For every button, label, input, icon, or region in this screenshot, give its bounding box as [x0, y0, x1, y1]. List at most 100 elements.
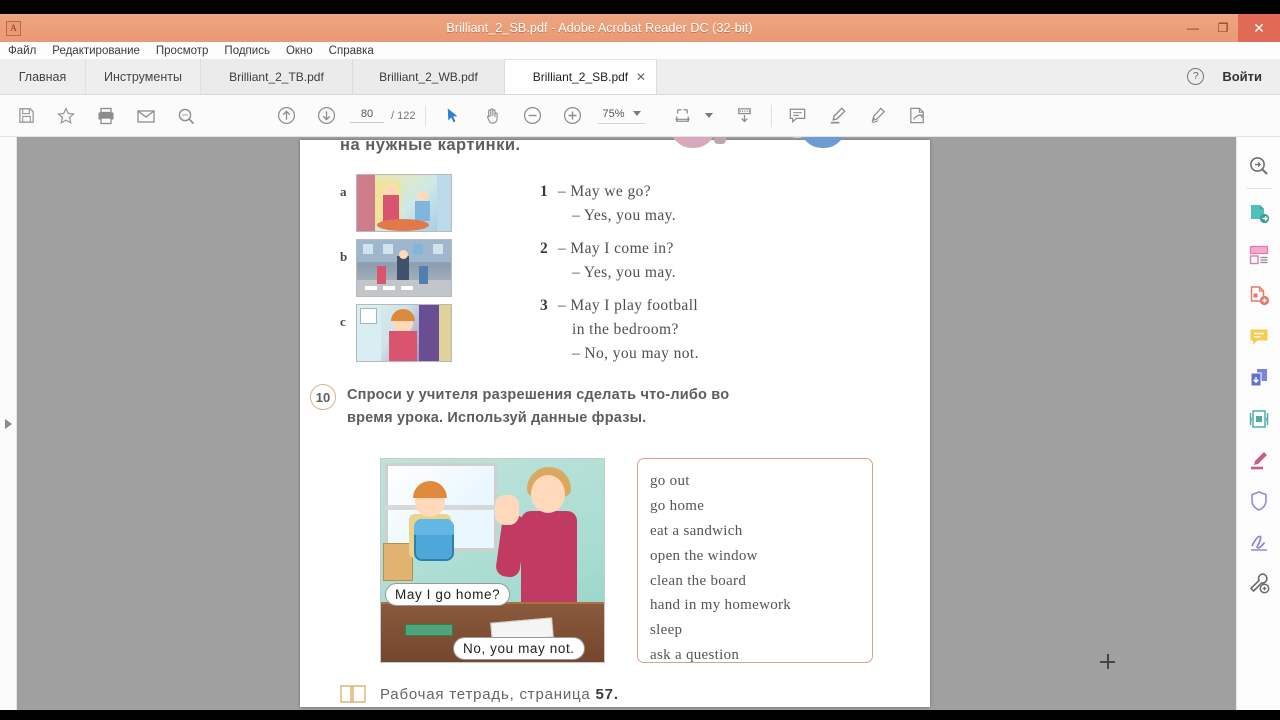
- create-pdf-icon[interactable]: [1237, 275, 1280, 316]
- phrase-item-1: go out: [650, 473, 690, 489]
- workbook-text: Рабочая тетрадь, страница 57.: [380, 686, 619, 703]
- menu-window[interactable]: Окно: [278, 45, 321, 57]
- page-number-input[interactable]: 80: [350, 108, 384, 123]
- exercise-10-body: May I go home? No, you may not. go out g…: [380, 458, 873, 663]
- doc-tab-sb[interactable]: Brilliant_2_SB.pdf ✕: [504, 59, 657, 94]
- next-page-icon[interactable]: [306, 95, 346, 137]
- title-bar: A Brilliant_2_SB.pdf - Adobe Acrobat Rea…: [0, 14, 1280, 42]
- picture-label-b: b: [340, 249, 348, 264]
- minimize-button[interactable]: —: [1178, 14, 1208, 42]
- zoom-out-icon[interactable]: [512, 95, 552, 137]
- phrase-item-7: sleep: [650, 622, 683, 639]
- combine-files-icon[interactable]: [1237, 357, 1280, 398]
- classroom-illustration: May I go home? No, you may not.: [380, 458, 605, 663]
- window-controls: — ❐ ✕: [1178, 14, 1280, 42]
- fit-page-chevron-down-icon[interactable]: [704, 113, 713, 118]
- speech-bubble-student: May I go home?: [385, 583, 511, 606]
- search-tool-icon[interactable]: [1237, 145, 1280, 186]
- page-total-value: 122: [397, 109, 416, 122]
- exercise-10-header: 10 Спроси у учителя разрешения сделать ч…: [310, 384, 777, 431]
- organize-pages-icon[interactable]: [1237, 234, 1280, 275]
- picture-thumb-a: [356, 174, 452, 232]
- document-viewport: на нужные картинки. a b c 1 – May we go?…: [0, 137, 1280, 710]
- dialogue-number-2: 2: [540, 240, 548, 258]
- fit-page-icon[interactable]: [663, 95, 703, 137]
- fill-and-sign-icon[interactable]: [898, 95, 938, 137]
- crosshair-cursor: [1100, 654, 1115, 669]
- chevron-down-icon: [632, 111, 641, 116]
- comment-tool-icon[interactable]: [1237, 316, 1280, 357]
- dialogue-number-3: 3: [540, 297, 548, 315]
- dialogue-item-1: 1 – May we go? – Yes, you may.: [540, 180, 699, 228]
- doc-tab-wb[interactable]: Brilliant_2_WB.pdf: [352, 59, 505, 94]
- save-icon[interactable]: [6, 95, 46, 137]
- maximize-button[interactable]: ❐: [1208, 14, 1238, 42]
- pdf-page: на нужные картинки. a b c 1 – May we go?…: [300, 137, 1115, 707]
- select-arrow-icon[interactable]: [432, 95, 472, 137]
- speech-bubble-teacher: No, you may not.: [453, 637, 585, 660]
- dialogue-1-line-1: – May we go?: [558, 183, 652, 200]
- more-tools-icon[interactable]: [1237, 562, 1280, 603]
- sign-in-button[interactable]: Войти: [1222, 69, 1262, 84]
- doc-tab-sb-label: Brilliant_2_SB.pdf: [532, 70, 629, 84]
- dialogue-3-line-2: in the bedroom?: [572, 321, 679, 339]
- fill-sign-tool-icon[interactable]: [1237, 521, 1280, 562]
- hand-tool-icon[interactable]: [472, 95, 512, 137]
- dialogue-2-line-1: – May I come in?: [558, 240, 674, 258]
- exercise-10-instruction: Спроси у учителя разрешения сделать что-…: [347, 387, 730, 427]
- page-heading: на нужные картинки.: [340, 137, 521, 154]
- pdf-scroll-area[interactable]: на нужные картинки. a b c 1 – May we go?…: [17, 137, 1203, 710]
- zoom-level-value: 75%: [602, 107, 625, 120]
- letterbox-top: [0, 0, 1280, 14]
- highlight-icon[interactable]: [818, 95, 858, 137]
- email-icon[interactable]: [126, 95, 166, 137]
- cut-illustration-top-2: [800, 137, 846, 148]
- comment-icon[interactable]: [778, 95, 818, 137]
- menu-view[interactable]: Просмотр: [148, 45, 217, 57]
- acrobat-logo-icon: A: [6, 20, 21, 36]
- dialogue-item-2: 2 – May I come in? – Yes, you may.: [540, 237, 699, 285]
- menu-file[interactable]: Файл: [0, 45, 44, 57]
- phrase-item-8: ask a question: [650, 647, 740, 664]
- page-total-label: / 122: [391, 110, 415, 122]
- dialogue-3-line-1: – May I play football: [558, 297, 699, 315]
- phrase-item-3: eat a sandwich: [650, 522, 743, 539]
- dialogue-lines-1: – May we go? – Yes, you may.: [558, 180, 676, 228]
- doc-tab-close-icon[interactable]: ✕: [636, 70, 646, 84]
- zoom-level-dropdown[interactable]: 75%: [598, 107, 645, 124]
- protect-icon[interactable]: [1237, 480, 1280, 521]
- zoom-in-icon[interactable]: [552, 95, 592, 137]
- print-icon[interactable]: [86, 95, 126, 137]
- tab-bar-right: ? Войти: [1187, 59, 1280, 94]
- dialogue-list: 1 – May we go? – Yes, you may. 2 – May I…: [540, 180, 699, 375]
- redact-icon[interactable]: [1237, 439, 1280, 480]
- menu-sign[interactable]: Подпись: [216, 45, 278, 57]
- tab-bar: Главная Инструменты Brilliant_2_TB.pdf B…: [0, 59, 1280, 95]
- page-separator: /: [391, 109, 395, 122]
- scene-teacher-head: [531, 475, 565, 513]
- bookmark-star-icon[interactable]: [46, 95, 86, 137]
- page-display-icon[interactable]: [725, 95, 765, 137]
- previous-page-icon[interactable]: [266, 95, 306, 137]
- dialogue-2-line-2: – Yes, you may.: [572, 264, 677, 282]
- scene-books: [405, 624, 453, 636]
- compress-pdf-icon[interactable]: [1237, 398, 1280, 439]
- tab-tools[interactable]: Инструменты: [86, 59, 201, 94]
- doc-tab-tb[interactable]: Brilliant_2_TB.pdf: [200, 59, 353, 94]
- page-navigation: 80 / 122: [350, 108, 415, 123]
- menu-help[interactable]: Справка: [321, 45, 382, 57]
- close-button[interactable]: ✕: [1238, 14, 1280, 42]
- menu-edit[interactable]: Редактирование: [44, 45, 148, 57]
- search-icon[interactable]: [166, 95, 206, 137]
- export-pdf-icon[interactable]: [1237, 193, 1280, 234]
- workbook-label: Рабочая тетрадь, страница: [380, 685, 596, 703]
- right-tools-panel: [1236, 137, 1280, 710]
- help-icon[interactable]: ?: [1187, 68, 1205, 85]
- left-panel-toggle[interactable]: [0, 137, 17, 710]
- sign-pen-icon[interactable]: [858, 95, 898, 137]
- dialogue-number-1: 1: [540, 183, 548, 200]
- phrase-item-4: open the window: [650, 547, 758, 564]
- dialogue-item-3: 3 – May I play football in the bedroom? …: [540, 294, 699, 366]
- dialogue-lines-3: – May I play football in the bedroom? – …: [558, 294, 699, 366]
- tab-home[interactable]: Главная: [0, 59, 86, 94]
